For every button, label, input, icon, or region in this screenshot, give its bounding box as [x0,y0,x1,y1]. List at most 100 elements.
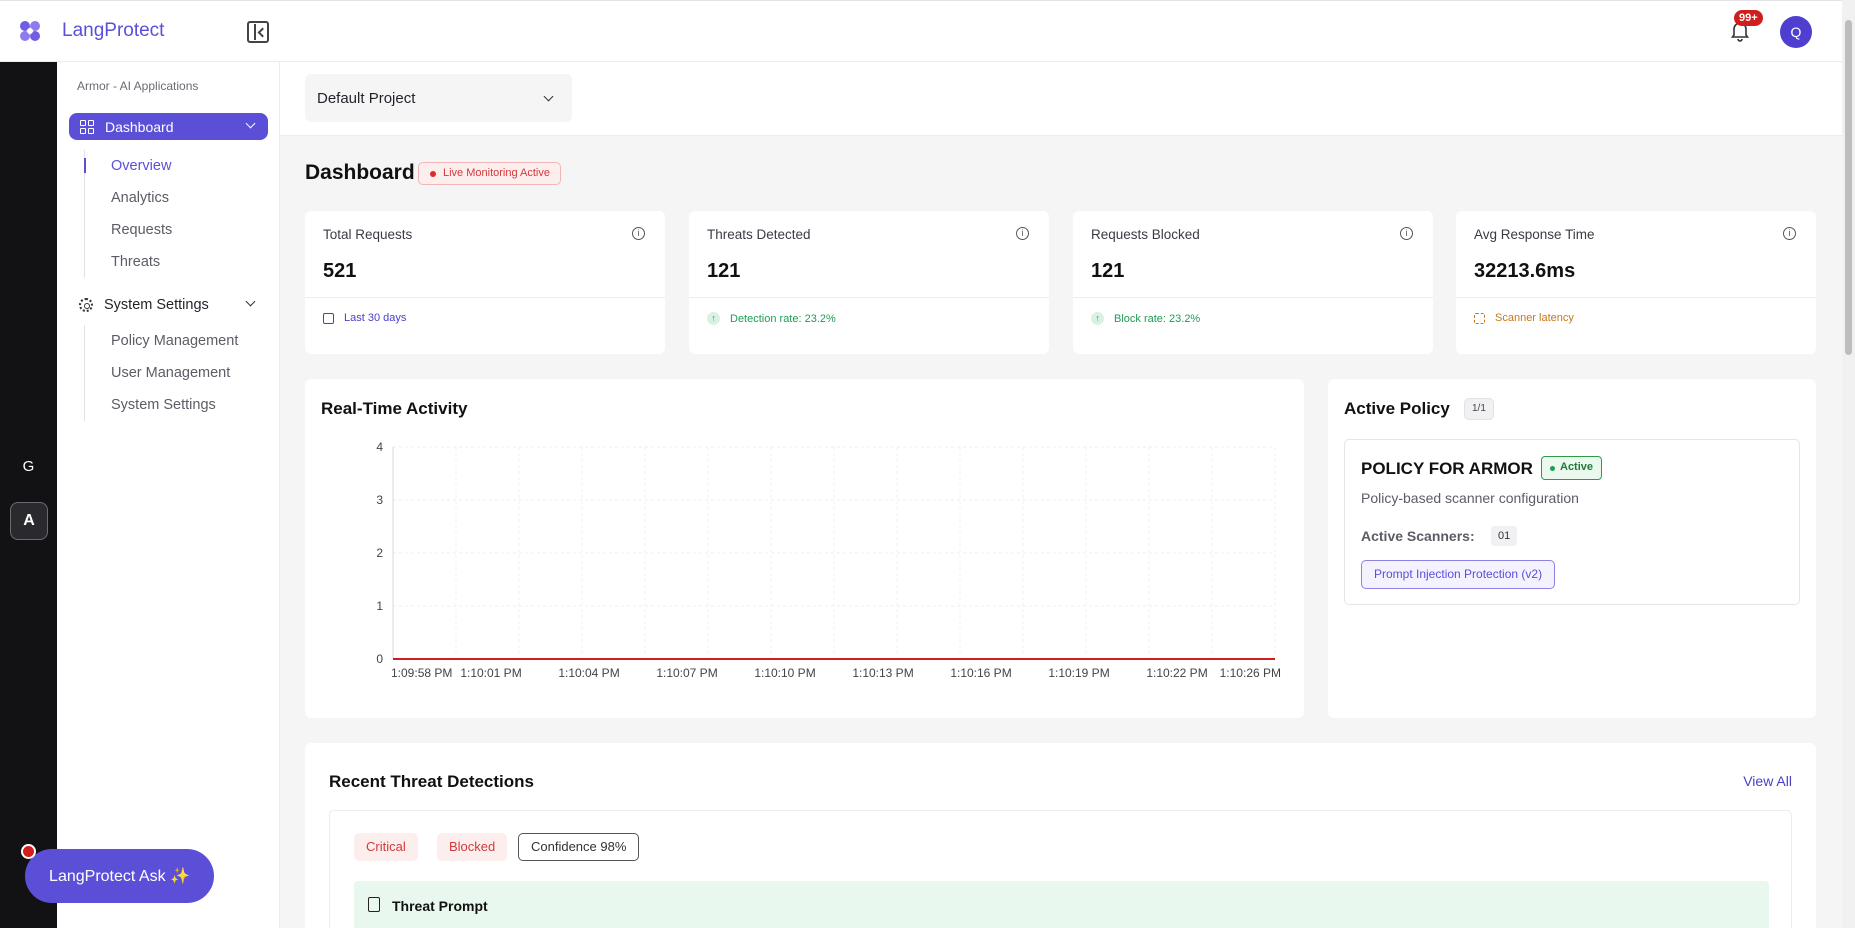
scrollbar-thumb[interactable] [1845,20,1852,355]
x-tick-label: 1:10:10 PM [754,666,815,680]
sidebar-item-requests[interactable]: Requests [85,214,254,246]
chevron-down-icon [245,296,256,307]
stat-value: 521 [323,260,357,282]
app-logo[interactable]: LangProtect [18,19,164,43]
x-tick-label: 1:10:19 PM [1048,666,1109,680]
real-time-activity-card: Real-Time Activity 0 1 2 3 4 1:09:58 PM 1:10:0… [305,379,1304,718]
info-icon[interactable]: i [1783,227,1796,240]
langprotect-ask-button[interactable]: LangProtect Ask ✨ [25,849,214,903]
confidence-tag: Confidence 98% [518,833,640,861]
policy-description: Policy-based scanner configuration [1361,490,1579,506]
y-tick-label: 2 [376,546,383,560]
page-title: Dashboard [305,161,415,184]
top-header: LangProtect [0,0,1842,62]
chevron-down-icon [245,118,256,129]
stat-label: Threats Detected [707,227,811,242]
activity-chart: 0 1 2 3 4 1:09:58 PM 1:10:01 PM 1:10:04 PM 1:10:… [376,440,1281,680]
info-icon[interactable]: i [1400,227,1413,240]
divider [305,297,665,298]
scanner-chip[interactable]: Prompt Injection Protection (v2) [1361,560,1556,589]
dashboard-grid-icon [80,119,94,134]
card-title: Recent Threat Detections [329,772,534,791]
threat-item[interactable]: Critical Blocked Confidence 98% Threat P… [329,810,1792,928]
workspace-item-g[interactable]: G [0,458,57,475]
x-tick-label: 1:10:26 PM [1220,666,1281,680]
active-policy-card: Active Policy 1/1 POLICY FOR ARMOR Activ… [1328,379,1816,718]
chevron-down-icon [543,91,554,102]
project-bar: Default Project [280,62,1842,136]
threat-prompt-label: Threat Prompt [392,898,488,914]
action-tag: Blocked [437,833,508,861]
recent-threats-card: Recent Threat Detections View All Critic… [305,743,1816,928]
info-icon[interactable]: i [1016,227,1029,240]
stat-label: Requests Blocked [1091,227,1200,242]
stat-card-total-requests: Total Requests i 521 Last 30 days [305,211,665,354]
app-name: LangProtect [62,20,165,41]
sidebar-item-threats[interactable]: Threats [85,246,254,278]
logo-icon [20,21,40,41]
scrollbar[interactable] [1842,0,1855,928]
stat-footer: Scanner latency [1474,312,1574,324]
project-select-value: Default Project [317,89,416,107]
user-avatar[interactable]: Q [1780,16,1812,48]
sidebar-item-policy-management[interactable]: Policy Management [85,325,254,357]
sidebar: Armor - AI Applications Dashboard Overvi… [57,62,280,928]
x-tick-label: 1:10:04 PM [558,666,619,680]
sidebar-item-label: Dashboard [105,118,174,135]
sidebar-item-overview[interactable]: Overview [84,150,254,182]
y-tick-label: 1 [376,599,383,613]
x-tick-label: 1:10:16 PM [950,666,1011,680]
workspace-rail [0,62,57,928]
stat-value: 32213.6ms [1474,260,1576,282]
sidebar-item-user-management[interactable]: User Management [85,357,254,389]
scan-icon [1474,312,1485,324]
stat-card-threats-detected: Threats Detected i 121 ↑ Detection rate:… [689,211,1049,354]
card-title: Active Policy [1344,399,1450,418]
sidebar-collapse-icon[interactable] [247,21,269,43]
dashboard-subnav: Overview Analytics Requests Threats [84,150,254,278]
stat-footer-text: Detection rate: 23.2% [730,312,836,325]
gear-icon [79,298,93,312]
arrow-up-icon: ↑ [707,312,720,325]
stat-value: 121 [707,260,741,282]
live-monitoring-badge: Live Monitoring Active [418,162,561,185]
stat-footer-text: Block rate: 23.2% [1114,312,1201,325]
stat-value: 121 [1091,260,1125,282]
x-tick-label: 1:10:01 PM [460,666,521,680]
project-select[interactable]: Default Project [305,74,572,122]
stat-footer-text: Last 30 days [344,312,407,324]
stat-card-avg-response-time: Avg Response Time i 32213.6ms Scanner la… [1456,211,1816,354]
stat-card-requests-blocked: Requests Blocked i 121 ↑ Block rate: 23.… [1073,211,1433,354]
sidebar-item-system-settings-sub[interactable]: System Settings [85,389,254,421]
ask-notification-dot [21,844,36,859]
stat-footer: ↑ Detection rate: 23.2% [707,312,836,325]
policy-item[interactable]: POLICY FOR ARMOR Active Policy-based sca… [1344,439,1800,605]
divider [1073,297,1433,298]
workspace-item-a[interactable]: A [10,502,48,540]
stat-label: Avg Response Time [1474,227,1595,242]
document-icon [368,897,380,912]
stat-label: Total Requests [323,227,413,242]
sidebar-item-system-settings[interactable]: System Settings [57,290,280,320]
y-tick-label: 3 [376,493,383,507]
notification-badge: 99+ [1734,10,1763,26]
active-scanners-count: 01 [1491,526,1518,546]
sidebar-breadcrumb: Armor - AI Applications [77,79,199,93]
stat-footer: ↑ Block rate: 23.2% [1091,312,1200,325]
x-tick-label: 1:10:22 PM [1146,666,1207,680]
calendar-icon [323,312,334,324]
y-tick-label: 0 [376,652,383,666]
view-all-link[interactable]: View All [1743,773,1792,789]
sidebar-item-dashboard[interactable]: Dashboard [69,113,268,140]
active-scanners-label: Active Scanners: [1361,528,1475,544]
settings-subnav: Policy Management User Management System… [84,325,254,421]
y-tick-label: 4 [376,440,383,454]
threat-prompt-section: Threat Prompt [354,881,1769,928]
info-icon[interactable]: i [632,227,645,240]
policy-count-chip: 1/1 [1464,398,1494,420]
stat-footer: Last 30 days [323,312,406,324]
status-badge: Active [1541,456,1603,480]
sidebar-item-analytics[interactable]: Analytics [85,182,254,214]
divider [1456,297,1816,298]
sidebar-item-label: System Settings [104,297,209,313]
